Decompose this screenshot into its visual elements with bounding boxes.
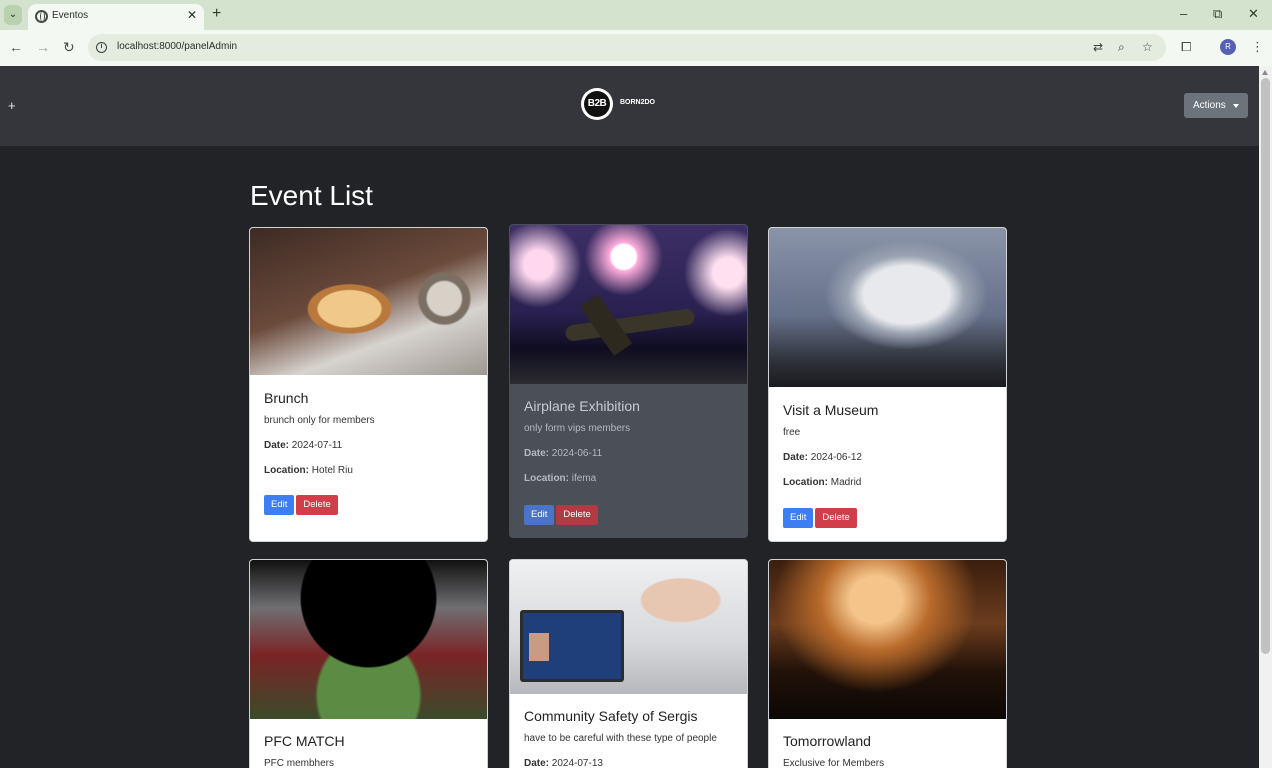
event-image: [250, 560, 487, 719]
browser-tab[interactable]: Eventos ✕: [28, 4, 204, 30]
event-description: PFC membhers: [264, 758, 335, 768]
site-header: + B2B BORN2DO Actions: [0, 66, 1259, 146]
id-card-shape: [520, 610, 624, 682]
back-icon[interactable]: ←: [9, 39, 23, 55]
event-card: Community Safety of Sergis have to be ca…: [509, 559, 748, 768]
event-description: Exclusive for Members: [783, 758, 885, 768]
browser-menu-icon[interactable]: ⋮: [1251, 39, 1264, 55]
logo-text: BORN2DO: [620, 99, 656, 106]
tab-title: Eventos: [52, 10, 89, 21]
event-card-highlighted: Airplane Exhibition only form vips membe…: [509, 224, 748, 538]
event-image: [510, 225, 747, 384]
edit-button[interactable]: Edit: [264, 495, 295, 515]
new-tab-button[interactable]: +: [212, 5, 221, 23]
delete-button[interactable]: Delete: [815, 508, 857, 528]
event-location: Location: Hotel Riu: [264, 465, 353, 476]
event-title: PFC MATCH: [264, 733, 345, 749]
event-title: Airplane Exhibition: [524, 398, 640, 414]
page-scrollbar[interactable]: [1259, 66, 1272, 768]
event-image: [250, 228, 487, 375]
event-title: Tomorrowland: [783, 733, 871, 749]
id-photo-shape: [529, 633, 549, 661]
globe-icon: [35, 10, 48, 23]
event-card: Brunch brunch only for members Date: 202…: [249, 227, 488, 542]
event-date: Date: 2024-07-11: [264, 440, 343, 451]
forward-icon[interactable]: →: [36, 39, 50, 55]
browser-tab-bar: ⌄ Eventos ✕ + – ⧉ ✕: [0, 0, 1272, 30]
page-title: Event List: [250, 180, 373, 211]
site-info-icon[interactable]: i: [96, 42, 107, 53]
event-image: [769, 228, 1006, 387]
event-location: Location: ifema: [524, 473, 597, 484]
event-title: Visit a Museum: [783, 402, 879, 418]
actions-dropdown-button[interactable]: Actions: [1184, 93, 1248, 118]
event-description: brunch only for members: [264, 415, 375, 426]
zoom-icon[interactable]: ⌕: [1118, 40, 1125, 55]
profile-avatar[interactable]: R: [1220, 39, 1236, 55]
event-title: Brunch: [264, 390, 309, 406]
edit-button[interactable]: Edit: [783, 508, 814, 528]
event-location: Location: Madrid: [783, 477, 862, 488]
caret-down-icon: [1233, 104, 1239, 108]
restore-button[interactable]: ⧉: [1213, 6, 1222, 22]
url-text[interactable]: localhost:8000/panelAdmin: [117, 41, 237, 52]
event-date: Date: 2024-07-13: [524, 758, 603, 768]
actions-label: Actions: [1193, 100, 1226, 111]
reload-icon[interactable]: ↻: [63, 39, 75, 56]
window-close-button[interactable]: ✕: [1248, 6, 1259, 22]
logo-mark: B2B: [584, 91, 610, 117]
event-description: only form vips members: [524, 423, 631, 434]
event-image: [510, 560, 747, 694]
event-image: [769, 560, 1006, 719]
address-bar[interactable]: i localhost:8000/panelAdmin ⇄ ⌕ ☆: [88, 34, 1166, 61]
browser-toolbar: ← → ↻ i localhost:8000/panelAdmin ⇄ ⌕ ☆ …: [0, 30, 1272, 66]
event-date: Date: 2024-06-12: [783, 452, 862, 463]
menu-toggle-button[interactable]: +: [8, 98, 16, 113]
event-card: PFC MATCH PFC membhers: [249, 559, 488, 768]
delete-button[interactable]: Delete: [556, 505, 598, 525]
site-logo[interactable]: B2B: [581, 88, 613, 120]
event-description: free: [783, 427, 801, 438]
translate-icon[interactable]: ⇄: [1093, 40, 1103, 54]
scrollbar-thumb[interactable]: [1261, 78, 1270, 654]
scroll-up-arrow-icon[interactable]: [1262, 70, 1268, 75]
minimize-button[interactable]: –: [1180, 6, 1187, 21]
bookmark-star-icon[interactable]: ☆: [1142, 40, 1153, 54]
event-date: Date: 2024-06-11: [524, 448, 603, 459]
event-title: Community Safety of Sergis: [524, 708, 698, 724]
event-description: have to be careful with these type of pe…: [524, 733, 717, 744]
tab-close-icon[interactable]: ✕: [187, 8, 197, 22]
extensions-icon[interactable]: ⧠: [1181, 39, 1191, 55]
event-card: Tomorrowland Exclusive for Members: [768, 559, 1007, 768]
delete-button[interactable]: Delete: [296, 495, 338, 515]
event-card: Visit a Museum free Date: 2024-06-12 Loc…: [768, 227, 1007, 542]
edit-button[interactable]: Edit: [524, 505, 555, 525]
tab-search-button[interactable]: ⌄: [4, 5, 22, 25]
